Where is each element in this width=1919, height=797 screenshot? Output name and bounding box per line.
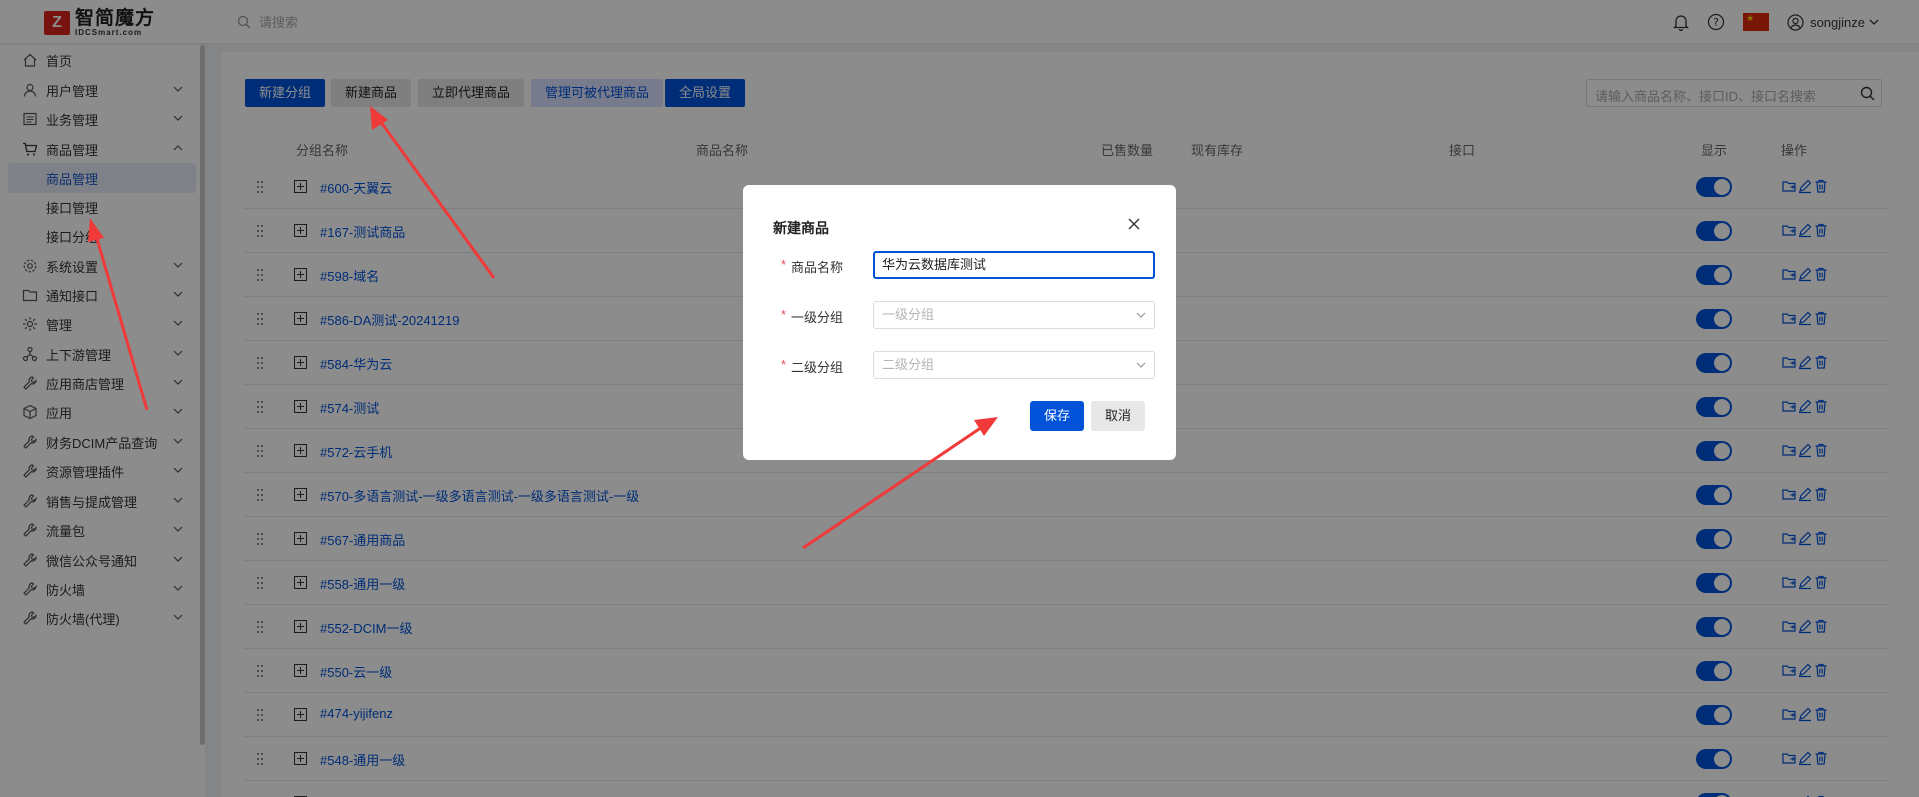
annotation-arrows — [88, 106, 998, 550]
annotation-arrow — [802, 417, 998, 550]
annotation-arrow — [88, 218, 149, 411]
annotation-arrow — [370, 106, 496, 279]
